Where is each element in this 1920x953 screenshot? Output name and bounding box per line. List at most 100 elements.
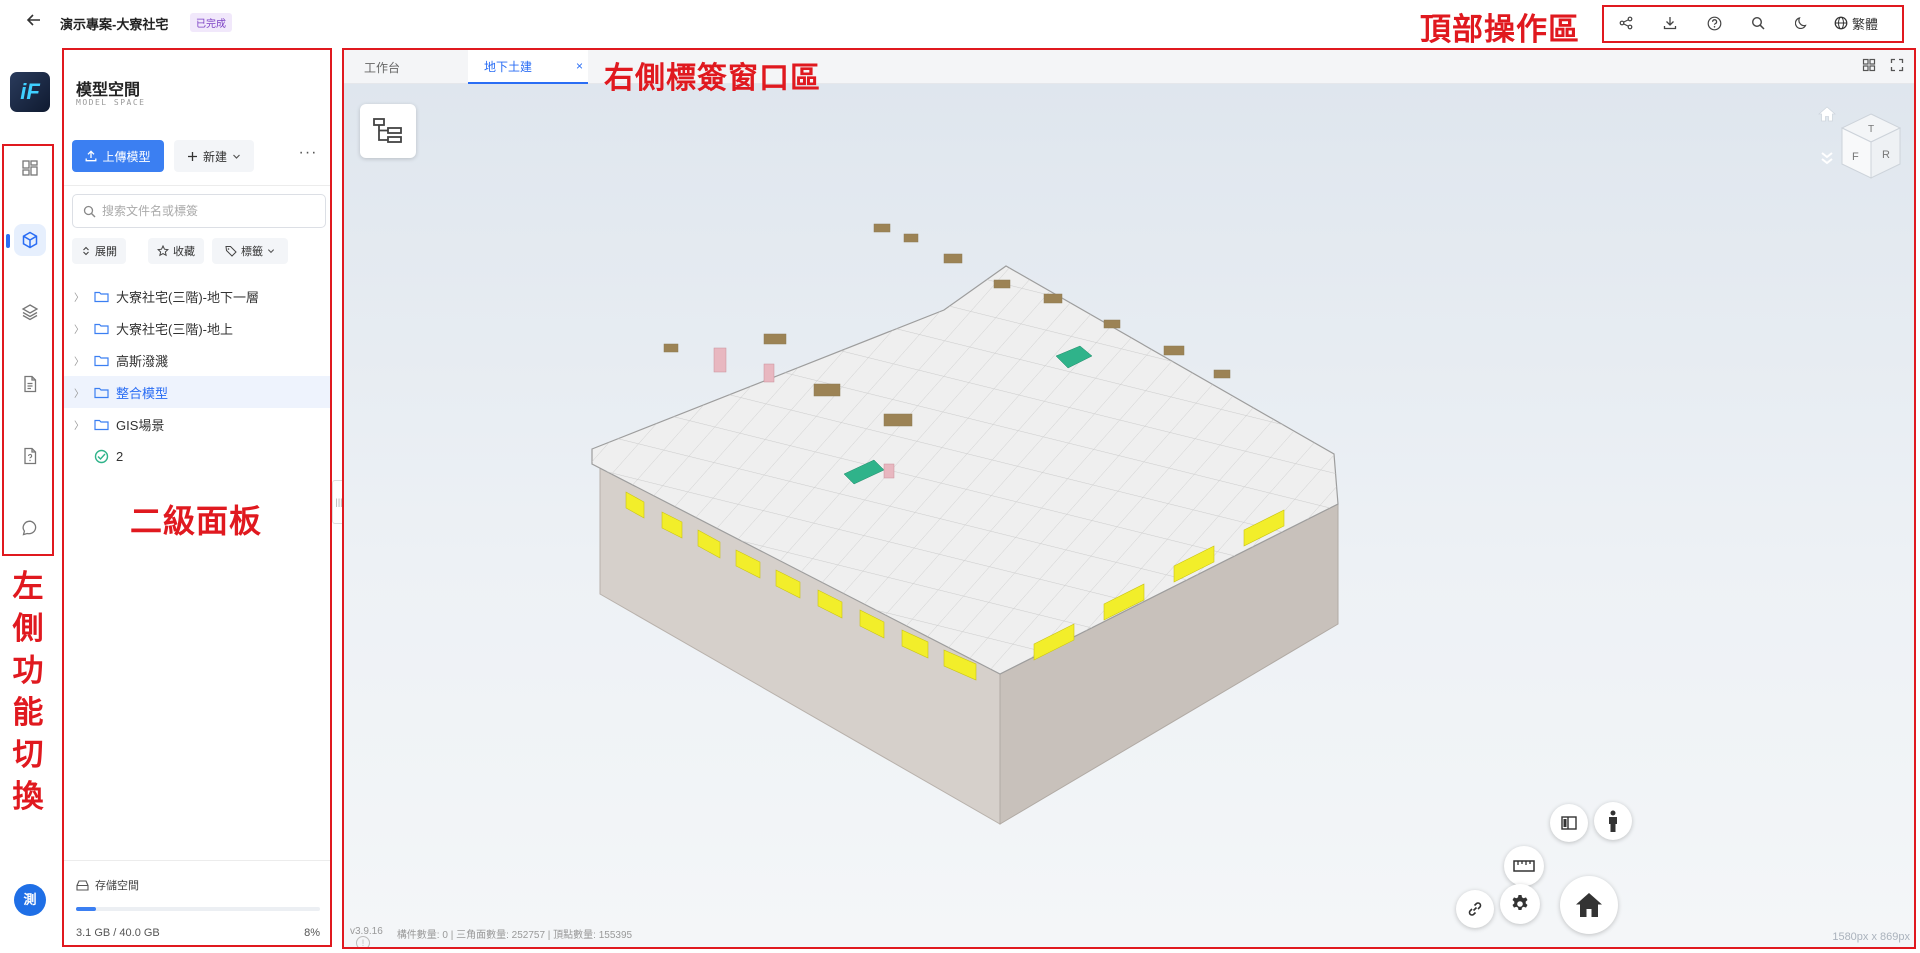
tree-item-folder[interactable]: 〉 大寮社宅(三階)-地下一層	[64, 280, 330, 312]
storage-percent: 8%	[304, 927, 320, 939]
plus-icon	[187, 151, 197, 161]
settings-button[interactable]	[1500, 884, 1540, 924]
chevron-right-icon[interactable]: 〉	[72, 321, 86, 336]
3d-viewport[interactable]: T F R ! v3.9.16 構件數量: 0 | 三角面數量: 252757 …	[344, 84, 1916, 947]
annotation-top-area: 頂部操作區	[1420, 12, 1580, 48]
tree-item-label: 大寮社宅(三階)-地下一層	[116, 289, 259, 305]
nav-cube[interactable]: T F R	[1814, 102, 1904, 202]
folder-icon	[90, 386, 112, 399]
split-view-icon[interactable]	[1862, 58, 1876, 72]
share-button[interactable]	[1604, 8, 1648, 38]
tree-item-label: GIS場景	[116, 417, 165, 433]
home-view-button[interactable]	[1560, 876, 1618, 934]
status-badge: 已完成	[190, 13, 232, 32]
view-cube-top-label: T	[1868, 124, 1874, 135]
more-options-button[interactable]: ···	[296, 145, 320, 166]
top-toolbar: 繁體	[1604, 6, 1902, 40]
upload-model-button[interactable]: 上傳模型	[72, 140, 164, 172]
theme-toggle-button[interactable]	[1780, 8, 1824, 38]
storage-title: 存儲空間	[76, 877, 139, 893]
upload-icon	[86, 150, 97, 162]
link-button[interactable]	[1456, 890, 1494, 928]
tree-item-label: 大寮社宅(三階)-地上	[116, 321, 233, 337]
tab-label: 地下土建	[484, 59, 533, 74]
rail-item-chat[interactable]	[14, 512, 46, 544]
home-icon	[1576, 893, 1602, 917]
help-button[interactable]	[1692, 8, 1736, 38]
app-logo: iF	[10, 72, 50, 112]
section-view-button[interactable]	[1550, 804, 1588, 842]
rail-item-issues[interactable]	[14, 440, 46, 472]
dashboard-icon	[22, 160, 38, 176]
tab-label: 工作台	[364, 60, 401, 75]
tree-item-folder[interactable]: 〉 大寮社宅(三階)-地上	[64, 312, 330, 344]
storage-progress-fill	[76, 907, 96, 911]
new-button[interactable]: 新建	[174, 140, 254, 172]
storage-progress	[76, 907, 320, 911]
arrow-left-icon	[26, 14, 40, 26]
tab-workspace[interactable]: 工作台	[344, 50, 468, 84]
folder-icon	[90, 322, 112, 335]
tree-item-label: 高斯潑濺	[116, 353, 169, 369]
search-input[interactable]	[102, 204, 302, 218]
tab-bar: 工作台 地下土建 ×	[344, 50, 1916, 84]
tree-item-folder[interactable]: 〉 整合模型	[64, 376, 330, 408]
tree-item-label: 整合模型	[116, 385, 169, 401]
fullscreen-icon[interactable]	[1890, 58, 1904, 72]
search-icon	[83, 205, 96, 217]
tree-item-folder[interactable]: 〉 高斯潑濺	[64, 344, 330, 376]
chevron-down-icon	[233, 154, 240, 159]
ruler-icon	[1513, 860, 1535, 872]
moon-icon	[1795, 17, 1807, 30]
favorite-label: 收藏	[173, 246, 195, 258]
language-switch[interactable]: 繁體	[1834, 14, 1878, 33]
tag-filter-button[interactable]: 標籤	[212, 238, 288, 264]
expand-label: 展開	[95, 246, 117, 258]
chevron-right-icon[interactable]: 〉	[72, 417, 86, 432]
home-view-icon[interactable]	[1818, 106, 1836, 122]
favorite-button[interactable]: 收藏	[148, 238, 204, 264]
tab-tools	[1862, 58, 1904, 72]
folder-icon	[90, 290, 112, 303]
search-button[interactable]	[1736, 8, 1780, 38]
tree-item-folder[interactable]: 〉 GIS場景	[64, 408, 330, 440]
chevron-right-icon[interactable]: 〉	[72, 289, 86, 304]
tab-close-button[interactable]: ×	[576, 59, 583, 73]
layers-icon	[21, 304, 39, 321]
chat-icon	[22, 520, 37, 536]
model-stats: 構件數量: 0 | 三角面數量: 252757 | 頂點數量: 155395	[396, 930, 633, 941]
project-title: 演示專案-大寮社宅	[60, 17, 169, 32]
globe-icon	[1834, 16, 1848, 30]
tree-item-model[interactable]: 2	[64, 440, 330, 472]
rail-item-layers[interactable]	[14, 296, 46, 328]
person-icon	[1609, 810, 1617, 832]
folder-icon	[90, 418, 112, 431]
file-question-icon	[24, 447, 37, 465]
view-cube-front-label: F	[1852, 151, 1859, 163]
file-search-box[interactable]	[72, 194, 326, 228]
chevron-right-icon[interactable]: 〉	[72, 353, 86, 368]
download-icon	[1663, 17, 1677, 30]
download-button[interactable]	[1648, 8, 1692, 38]
gear-icon	[1512, 895, 1528, 910]
rail-item-documents[interactable]	[14, 368, 46, 400]
tab-underground[interactable]: 地下土建 ×	[468, 50, 588, 84]
back-button[interactable]	[24, 12, 44, 32]
search-icon	[1751, 16, 1765, 30]
document-icon	[24, 375, 37, 393]
storage-title-label: 存儲空間	[95, 880, 139, 892]
link-icon	[1468, 902, 1482, 916]
chevron-right-icon[interactable]: 〉	[72, 385, 86, 400]
building-model	[591, 223, 1339, 825]
user-avatar[interactable]: 測	[14, 884, 46, 916]
cube-icon	[22, 231, 38, 249]
upload-model-label: 上傳模型	[102, 149, 151, 164]
walk-mode-button[interactable]	[1594, 802, 1632, 840]
expand-button[interactable]: 展開	[72, 238, 126, 264]
rail-item-dashboard[interactable]	[14, 152, 46, 184]
chevron-double-down-icon[interactable]	[1820, 150, 1834, 166]
measure-button[interactable]	[1504, 846, 1544, 886]
render-statusline: v3.9.16 構件數量: 0 | 三角面數量: 252757 | 頂點數量: …	[350, 926, 632, 941]
rail-item-model[interactable]	[14, 224, 46, 256]
panel-subtitle: MODEL SPACE	[76, 98, 146, 107]
